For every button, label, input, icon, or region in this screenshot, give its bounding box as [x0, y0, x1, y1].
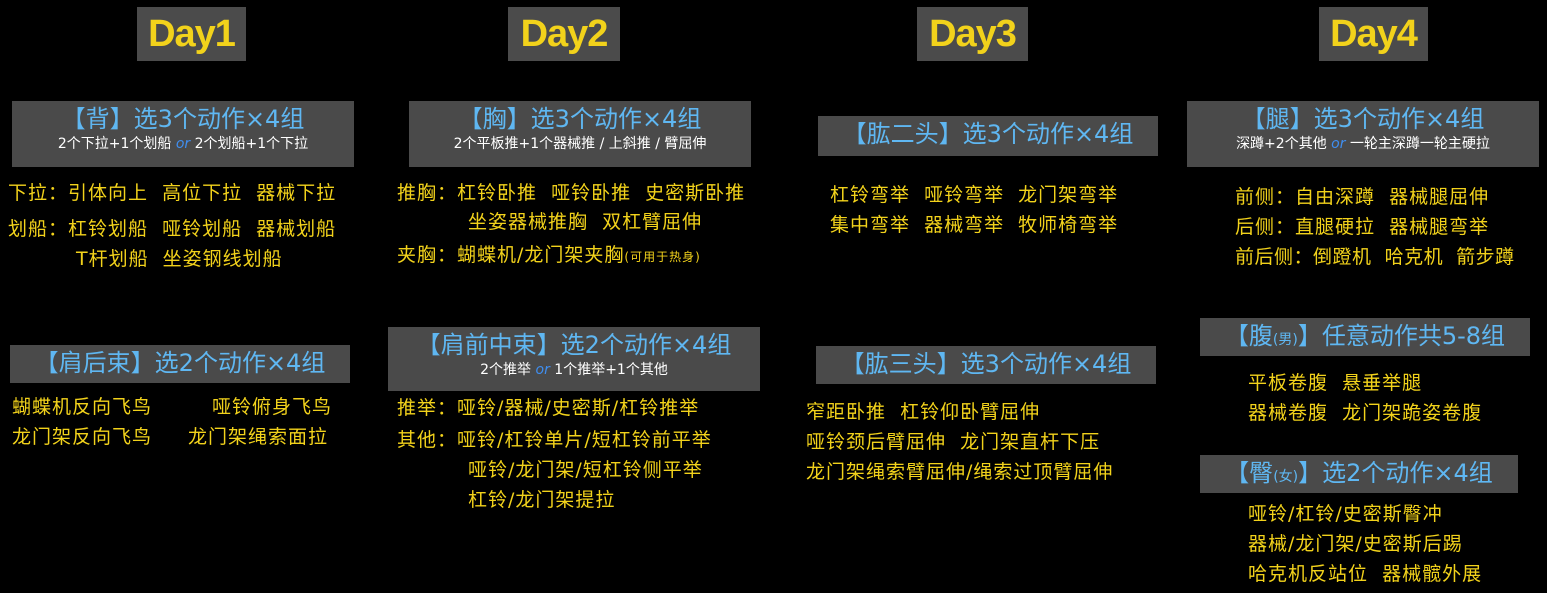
legs-sub-option-a: 深蹲+2个其他	[1236, 136, 1327, 152]
legs-section-title: 【腿】选3个动作×4组	[1241, 105, 1485, 133]
front-delt-section-title: 【肩前中束】选2个动作×4组	[416, 331, 732, 359]
glutes-line: 器械/龙门架/史密斯后踢	[1248, 533, 1463, 555]
front-delt-line-lateral: 哑铃/龙门架/短杠铃侧平举	[468, 459, 703, 481]
triceps-line: 龙门架绳索臂屈伸/绳索过顶臂屈伸	[806, 461, 1114, 483]
back-section-header: 【背】选3个动作×4组 2个下拉+1个划船 or 2个划船+1个下拉	[12, 101, 354, 167]
biceps-line: 集中弯举 器械弯举 牧师椅弯举	[830, 214, 1119, 236]
rear-delt-item: 龙门架反向飞鸟	[12, 426, 153, 448]
front-delt-sub-option-a: 2个推举	[480, 362, 532, 378]
day2-title: Day2	[508, 7, 620, 61]
legs-section-subtitle: 深蹲+2个其他 or 一轮主深蹲一轮主硬拉	[1187, 135, 1539, 153]
abs-title-end: 】任意动作共5-8组	[1297, 322, 1506, 350]
abs-title-start: 【腹	[1224, 322, 1273, 350]
front-delt-sub-or: or	[535, 362, 550, 378]
back-line-rows: 划船：杠铃划船 哑铃划船 器械划船	[8, 218, 337, 240]
day1-title: Day1	[137, 7, 246, 61]
biceps-section-title: 【肱二头】选3个动作×4组	[842, 120, 1134, 148]
legs-line-back: 后侧：直腿硬拉 器械腿弯举	[1235, 216, 1490, 238]
glutes-title-start: 【臀	[1225, 459, 1274, 487]
chest-line-fly: 夹胸：蝴蝶机/龙门架夹胸(可用于热身)	[397, 240, 701, 272]
legs-line-both: 前后侧：倒蹬机 哈克机 箭步蹲	[1235, 246, 1515, 268]
abs-section-header: 【腹(男)】任意动作共5-8组	[1200, 318, 1530, 356]
legs-line-front: 前侧：自由深蹲 器械腿屈伸	[1235, 186, 1490, 208]
front-delt-sub-option-b: 1个推举+1个其他	[554, 362, 668, 378]
front-delt-line-other: 其他：哑铃/杠铃单片/短杠铃前平举	[397, 429, 712, 451]
glutes-title-gender: (女)	[1273, 469, 1299, 485]
day3-title: Day3	[917, 7, 1028, 61]
rear-delt-item: 蝴蝶机反向飞鸟	[12, 396, 153, 418]
abs-line: 平板卷腹 悬垂举腿	[1248, 372, 1423, 394]
triceps-section-header: 【肱三头】选3个动作×4组	[816, 346, 1156, 384]
legs-sub-option-b: 一轮主深蹲一轮主硬拉	[1349, 136, 1490, 152]
rear-delt-section-title: 【肩后束】选2个动作×4组	[34, 349, 326, 377]
rear-delt-section-header: 【肩后束】选2个动作×4组	[10, 345, 350, 383]
front-delt-section-header: 【肩前中束】选2个动作×4组 2个推举 or 1个推举+1个其他	[388, 327, 760, 391]
front-delt-line-press: 推举：哑铃/器械/史密斯/杠铃推举	[397, 397, 700, 419]
glutes-section-title: 【臀(女)】选2个动作×4组	[1200, 457, 1518, 493]
glutes-line: 哈克机反站位 器械髋外展	[1248, 563, 1483, 585]
abs-section-title: 【腹(男)】任意动作共5-8组	[1200, 320, 1530, 356]
back-sub-option-a: 2个下拉+1个划船	[57, 136, 172, 152]
triceps-line: 窄距卧推 杠铃仰卧臂屈伸	[806, 401, 1041, 423]
glutes-line: 哑铃/杠铃/史密斯臀冲	[1248, 503, 1443, 525]
biceps-line: 杠铃弯举 哑铃弯举 龙门架弯举	[830, 184, 1119, 206]
glutes-title-end: 】选2个动作×4组	[1298, 459, 1493, 487]
chest-section-title: 【胸】选3个动作×4组	[458, 105, 702, 133]
rear-delt-item: 哑铃俯身飞鸟	[212, 396, 333, 418]
glutes-section-header: 【臀(女)】选2个动作×4组	[1200, 455, 1518, 493]
back-line-rows-more: T杆划船 坐姿钢线划船	[76, 248, 283, 270]
abs-title-gender: (男)	[1272, 332, 1298, 348]
triceps-line: 哑铃颈后臂屈伸 龙门架直杆下压	[806, 431, 1101, 453]
legs-sub-or: or	[1331, 136, 1346, 152]
chest-section-header: 【胸】选3个动作×4组 2个平板推+1个器械推 / 上斜推 / 臂屈伸	[409, 101, 751, 167]
back-sub-or: or	[175, 136, 191, 152]
back-sub-option-b: 2个划船+1个下拉	[194, 136, 309, 152]
legs-section-header: 【腿】选3个动作×4组 深蹲+2个其他 or 一轮主深蹲一轮主硬拉	[1187, 101, 1539, 167]
back-section-subtitle: 2个下拉+1个划船 or 2个划船+1个下拉	[12, 135, 354, 153]
chest-fly-note: (可用于热身)	[624, 250, 701, 264]
rear-delt-item: 龙门架绳索面拉	[188, 426, 329, 448]
front-delt-line-upright: 杠铃/龙门架提拉	[468, 489, 616, 511]
back-section-title: 【背】选3个动作×4组	[61, 105, 305, 133]
biceps-section-header: 【肱二头】选3个动作×4组	[818, 116, 1158, 156]
chest-section-subtitle: 2个平板推+1个器械推 / 上斜推 / 臂屈伸	[453, 136, 707, 152]
abs-line: 器械卷腹 龙门架跪姿卷腹	[1248, 402, 1483, 424]
front-delt-section-subtitle: 2个推举 or 1个推举+1个其他	[388, 361, 760, 379]
chest-fly-text: 夹胸：蝴蝶机/龙门架夹胸	[397, 244, 625, 266]
triceps-section-title: 【肱三头】选3个动作×4组	[840, 350, 1132, 378]
day4-title: Day4	[1319, 7, 1428, 61]
chest-line-press-more: 坐姿器械推胸 双杠臂屈伸	[468, 211, 703, 233]
back-line-pulldown: 下拉：引体向上 高位下拉 器械下拉	[8, 182, 337, 204]
chest-line-press: 推胸：杠铃卧推 哑铃卧推 史密斯卧推	[397, 182, 746, 204]
